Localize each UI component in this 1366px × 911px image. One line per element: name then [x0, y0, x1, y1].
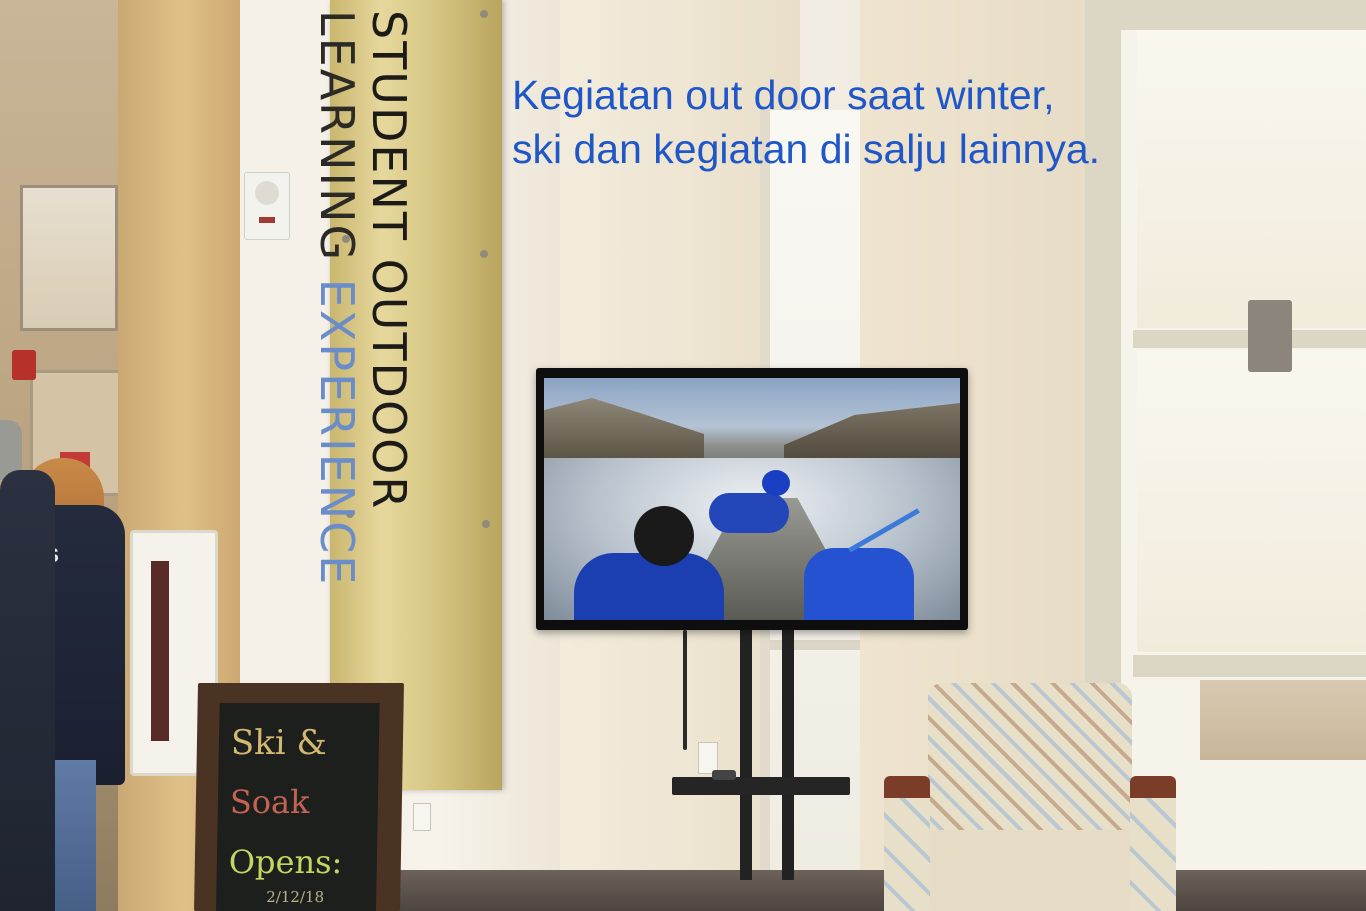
armchair-back	[928, 683, 1132, 833]
photo-scene: STUDENT OUTDOOR LEARNING EXPERIENCE IS	[0, 0, 1366, 911]
tv-cable	[683, 630, 687, 750]
tv-stand-shelf	[672, 777, 850, 795]
power-outlet-low	[413, 803, 431, 831]
hallway-window	[20, 185, 118, 331]
remote-control	[712, 770, 736, 780]
outside-building	[1200, 680, 1366, 760]
television	[536, 368, 968, 630]
sign-word-experience: EXPERIENCE	[310, 278, 364, 587]
tv-screen-rafting-video	[544, 378, 960, 620]
chalkboard: Ski & Soak Opens: 2/12/18	[216, 703, 380, 911]
tv-stand-pole	[740, 620, 752, 880]
chalk-line-2: Soak	[229, 783, 310, 821]
chalkboard-easel: Ski & Soak Opens: 2/12/18	[194, 683, 404, 911]
chalk-line-4: 2/12/18	[266, 888, 325, 906]
chalk-line-3: Opens:	[228, 843, 343, 881]
wall-lamp	[1248, 300, 1292, 372]
floor	[300, 870, 1366, 911]
tv-stand-pole	[782, 620, 794, 880]
caption-overlay: Kegiatan out door saat winter, ski dan k…	[512, 68, 1100, 176]
sign-text: STUDENT OUTDOOR LEARNING EXPERIENCE	[310, 10, 416, 587]
person-foreground	[0, 470, 55, 911]
sign-line-1: STUDENT OUTDOOR	[362, 10, 416, 511]
sign-word-learning: LEARNING	[310, 10, 364, 279]
armchair-arm-left	[884, 776, 930, 911]
caption-line-1: Kegiatan out door saat winter,	[512, 72, 1055, 118]
sign-line-2: LEARNING EXPERIENCE	[310, 10, 364, 587]
fire-alarm	[12, 350, 36, 380]
caption-line-2: ski dan kegiatan di salju lainnya.	[512, 126, 1101, 172]
wall-speaker	[244, 172, 290, 240]
armchair-seat	[910, 830, 1150, 911]
chalk-line-1: Ski &	[230, 723, 328, 763]
armchair-arm-right	[1130, 776, 1176, 911]
